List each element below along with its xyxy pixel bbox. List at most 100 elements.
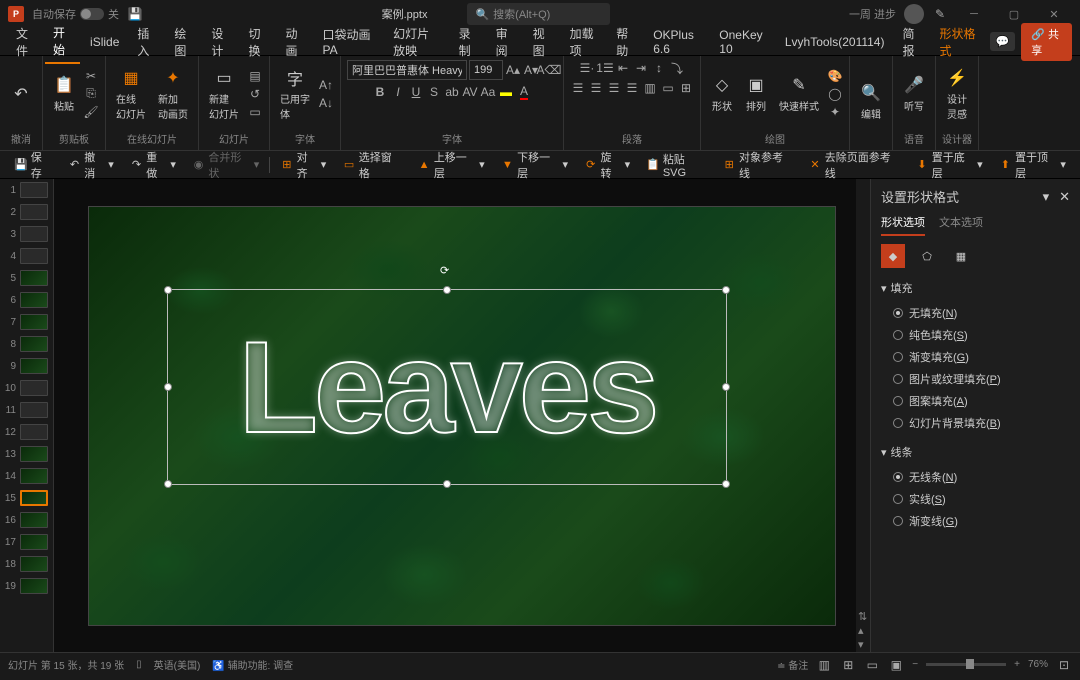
editing-button[interactable]: 🔍编辑 [856, 80, 886, 123]
qat-bring-to-front[interactable]: ⬆置于顶层▾ [993, 146, 1072, 184]
thumbnail-slide[interactable]: 5 [0, 267, 53, 289]
radio-gradient-line[interactable]: 渐变线(G) [881, 510, 1070, 532]
tab-lvyhtools[interactable]: LvyhTools(201114) [777, 31, 893, 53]
fill-line-icon[interactable]: ◆ [881, 244, 905, 268]
thumbnail-slide[interactable]: 7 [0, 311, 53, 333]
strike-icon[interactable]: S [426, 84, 442, 100]
increase-font-icon[interactable]: A▴ [505, 62, 521, 78]
font-name-select[interactable] [347, 60, 467, 80]
tab-islide[interactable]: iSlide [82, 31, 127, 53]
resize-handle[interactable] [722, 480, 730, 488]
thumbnail-slide[interactable]: 13 [0, 443, 53, 465]
smartart-icon[interactable]: ⊞ [678, 80, 694, 96]
normal-view-icon[interactable]: ▥ [816, 657, 832, 673]
italic-icon[interactable]: I [390, 84, 406, 100]
resize-handle[interactable] [164, 286, 172, 294]
canvas-area[interactable]: ⟳ Leaves ⇅ ▴ ▾ [54, 179, 870, 652]
thumbnail-slide[interactable]: 16 [0, 509, 53, 531]
tab-shape-options[interactable]: 形状选项 [881, 214, 925, 236]
new-anim-button[interactable]: ✦新加 动画页 [154, 65, 192, 123]
columns-icon[interactable]: ▥ [642, 80, 658, 96]
thumbnail-slide[interactable]: 15 [0, 487, 53, 509]
qat-send-backward[interactable]: ▼下移一层▾ [495, 146, 574, 184]
slide-counter[interactable]: 幻灯片 第 15 张，共 19 张 [8, 657, 124, 672]
resize-handle[interactable] [722, 286, 730, 294]
align-left-icon[interactable]: ☰ [570, 80, 586, 96]
radio-pattern-fill[interactable]: 图案填充(A) [881, 390, 1070, 412]
share-button[interactable]: 🔗 共享 [1021, 23, 1072, 61]
zoom-in-icon[interactable]: + [1014, 659, 1020, 670]
cut-icon[interactable]: ✂ [83, 68, 99, 84]
panel-dropdown-icon[interactable]: ▾ [1043, 189, 1050, 205]
thumbnail-slide[interactable]: 1 [0, 179, 53, 201]
qat-align[interactable]: ⊞对齐▾ [274, 146, 332, 184]
slide-text[interactable]: Leaves [239, 312, 656, 462]
reset-icon[interactable]: ↺ [247, 86, 263, 102]
indent-inc-icon[interactable]: ⇥ [633, 60, 649, 76]
thumbnail-slide[interactable]: 10 [0, 377, 53, 399]
qat-bring-forward[interactable]: ▲上移一层▾ [411, 146, 490, 184]
vertical-scrollbar[interactable]: ⇅ ▴ ▾ [856, 179, 870, 652]
tab-onekey[interactable]: OneKey 10 [711, 24, 775, 60]
radio-no-line[interactable]: 无线条(N) [881, 466, 1070, 488]
radio-no-fill[interactable]: 无填充(N) [881, 302, 1070, 324]
shape-fill-icon[interactable]: 🎨 [827, 68, 843, 84]
tab-text-options[interactable]: 文本选项 [939, 214, 983, 236]
zoom-slider[interactable] [926, 663, 1006, 666]
qat-remove-guides[interactable]: ✕去除页面参考线 [802, 146, 905, 184]
shape-effects-icon[interactable]: ✦ [827, 104, 843, 120]
arrange-button[interactable]: ▣排列 [741, 72, 771, 115]
shadow-icon[interactable]: ab [444, 84, 460, 100]
text-direction-icon[interactable]: ⤵ [669, 60, 685, 76]
copy-icon[interactable]: ⎘ [83, 86, 99, 102]
justify-icon[interactable]: ☰ [624, 80, 640, 96]
zoom-level[interactable]: 76% [1028, 659, 1048, 670]
reading-view-icon[interactable]: ▭ [864, 657, 880, 673]
qat-undo[interactable]: ↶撤消▾ [62, 146, 120, 184]
radio-solid-fill[interactable]: 纯色填充(S) [881, 324, 1070, 346]
paste-button[interactable]: 📋粘贴 [49, 72, 79, 115]
resize-handle[interactable] [164, 480, 172, 488]
radio-solid-line[interactable]: 实线(S) [881, 488, 1070, 510]
qat-rotate[interactable]: ⟳旋转▾ [578, 146, 636, 184]
section-icon[interactable]: ▭ [247, 104, 263, 120]
fit-to-window-icon[interactable]: ⊡ [1056, 657, 1072, 673]
slide-canvas[interactable]: ⟳ Leaves [88, 206, 836, 626]
radio-background-fill[interactable]: 幻灯片背景填充(B) [881, 412, 1070, 434]
layout-icon[interactable]: ▤ [247, 68, 263, 84]
align-text-icon[interactable]: ▭ [660, 80, 676, 96]
line-section-header[interactable]: ▾ 线条 [881, 444, 1070, 460]
format-painter-icon[interactable]: 🖌 [83, 104, 99, 120]
resize-handle[interactable] [443, 480, 451, 488]
clear-format-icon[interactable]: A⌫ [541, 62, 557, 78]
resize-handle[interactable] [443, 286, 451, 294]
thumbnail-slide[interactable]: 19 [0, 575, 53, 597]
shapes-button[interactable]: ◇形状 [707, 72, 737, 115]
radio-gradient-fill[interactable]: 渐变填充(G) [881, 346, 1070, 368]
scroll-down-icon[interactable]: ▾ [858, 638, 868, 648]
qat-selection-pane[interactable]: ▭选择窗格 [336, 146, 407, 184]
thumbnail-slide[interactable]: 11 [0, 399, 53, 421]
thumbnail-slide[interactable]: 4 [0, 245, 53, 267]
font-color-icon[interactable]: A [516, 84, 532, 100]
shrink-font-icon[interactable]: A↓ [318, 95, 334, 111]
thumbnail-slide[interactable]: 2 [0, 201, 53, 223]
thumbnail-slide[interactable]: 8 [0, 333, 53, 355]
zoom-out-icon[interactable]: − [912, 659, 918, 670]
text-box-selection[interactable]: ⟳ Leaves [167, 289, 727, 485]
slideshow-view-icon[interactable]: ▣ [888, 657, 904, 673]
numbering-icon[interactable]: 1☰ [597, 60, 613, 76]
size-props-icon[interactable]: ▦ [949, 244, 973, 268]
spacing-icon[interactable]: AV [462, 84, 478, 100]
shape-outline-icon[interactable]: ◯ [827, 86, 843, 102]
sorter-view-icon[interactable]: ⊞ [840, 657, 856, 673]
dictate-button[interactable]: 🎤听写 [899, 72, 929, 115]
language-status[interactable]: 英语(美国) [154, 657, 201, 672]
bullets-icon[interactable]: ☰· [579, 60, 595, 76]
thumbnail-slide[interactable]: 3 [0, 223, 53, 245]
grow-font-icon[interactable]: A↑ [318, 77, 334, 93]
undo-button[interactable]: ↶ [6, 81, 36, 107]
qat-merge[interactable]: ◉合并形状▾ [186, 146, 265, 184]
scroll-up-icon[interactable]: ▴ [858, 624, 868, 634]
tab-okplus[interactable]: OKPlus 6.6 [645, 24, 709, 60]
